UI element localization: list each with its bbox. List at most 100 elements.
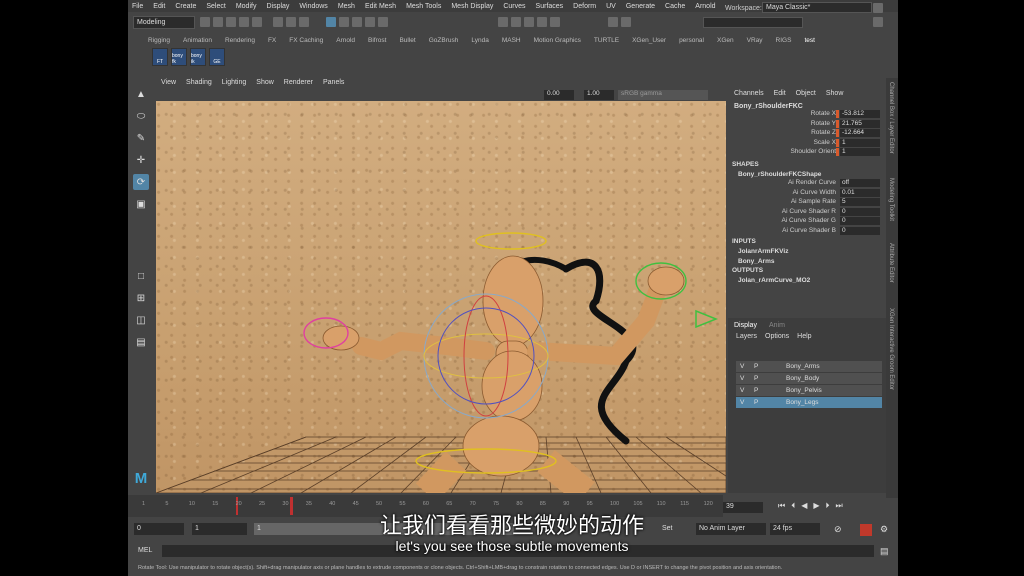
layer-visibility-toggle[interactable]: V <box>740 375 744 382</box>
gamma-field[interactable]: 1.00 <box>584 90 614 100</box>
shelf-tab-fx[interactable]: FX <box>268 37 276 47</box>
open-scene-icon[interactable] <box>213 17 223 27</box>
tab-display[interactable]: Display <box>734 322 757 329</box>
select-object-icon[interactable] <box>286 17 296 27</box>
side-tab[interactable]: Channel Box / Layer Editor <box>888 82 894 154</box>
shelf-tab-rigs[interactable]: RIGS <box>776 37 792 47</box>
quick-search-field[interactable] <box>703 17 803 28</box>
panel-menu-show[interactable]: Show <box>256 79 274 89</box>
menu-mesh[interactable]: Mesh <box>338 3 355 10</box>
layer-playback-toggle[interactable]: P <box>754 375 758 382</box>
exposure-field[interactable]: 0.00 <box>544 90 574 100</box>
history-icon[interactable] <box>498 17 508 27</box>
menu-curves[interactable]: Curves <box>503 3 525 10</box>
shelf-button[interactable]: FT <box>152 48 168 66</box>
shelf-tab-xgen[interactable]: XGen <box>717 37 734 47</box>
select-component-icon[interactable] <box>299 17 309 27</box>
menu-mesh-tools[interactable]: Mesh Tools <box>406 3 441 10</box>
attribute-value-field[interactable]: off <box>840 179 880 187</box>
workspace-menu-icon[interactable] <box>873 3 883 13</box>
single-view-icon[interactable]: □ <box>133 268 149 284</box>
panel-menu-renderer[interactable]: Renderer <box>284 79 313 89</box>
layer-playback-toggle[interactable]: P <box>754 387 758 394</box>
shelf-tab-lynda[interactable]: Lynda <box>471 37 488 47</box>
lasso-tool-icon[interactable]: ⬭ <box>133 108 149 124</box>
shelf-tab-arnold[interactable]: Arnold <box>336 37 355 47</box>
attribute-value-field[interactable]: 0.01 <box>840 188 880 197</box>
shelf-tab-turtle[interactable]: TURTLE <box>594 37 619 47</box>
menu-display[interactable]: Display <box>266 3 289 10</box>
menu-generate[interactable]: Generate <box>626 3 655 10</box>
menu-mesh-display[interactable]: Mesh Display <box>451 3 493 10</box>
scale-tool-icon[interactable]: ▣ <box>133 196 149 212</box>
layer-row[interactable]: V P Bony_Body <box>736 373 882 384</box>
attribute-value-field[interactable]: 0 <box>840 207 880 216</box>
attribute-value-field[interactable]: -53.812 <box>840 110 880 118</box>
attribute-value-field[interactable]: 1 <box>840 138 880 147</box>
panel-menu-view[interactable]: View <box>161 79 176 89</box>
channel-menu-object[interactable]: Object <box>796 90 816 97</box>
attribute-value-field[interactable]: 5 <box>840 198 880 207</box>
channel-menu-show[interactable]: Show <box>826 90 844 97</box>
panel-menu-lighting[interactable]: Lighting <box>222 79 247 89</box>
channel-menu-channels[interactable]: Channels <box>734 90 764 97</box>
side-tab[interactable]: Modeling Toolkit <box>888 178 894 221</box>
menu-windows[interactable]: Windows <box>299 3 327 10</box>
layer-row[interactable]: V P Bony_Legs <box>736 397 882 408</box>
menu-deform[interactable]: Deform <box>573 3 596 10</box>
shelf-tab-fx-caching[interactable]: FX Caching <box>289 37 323 47</box>
shelf-tab-rigging[interactable]: Rigging <box>148 37 170 47</box>
menu-uv[interactable]: UV <box>606 3 616 10</box>
panel-toggle-icon[interactable] <box>873 17 883 27</box>
menu-create[interactable]: Create <box>175 3 196 10</box>
workspace-dropdown[interactable]: Maya Classic* <box>762 2 872 13</box>
snap-grid-icon[interactable] <box>326 17 336 27</box>
persp-graph-icon[interactable]: ▤ <box>133 334 149 350</box>
shelf-tab-bifrost[interactable]: Bifrost <box>368 37 386 47</box>
shelf-tab-xgen-user[interactable]: XGen_User <box>632 37 666 47</box>
menu-layers[interactable]: Layers <box>736 333 757 340</box>
tab-anim[interactable]: Anim <box>769 322 785 329</box>
shelf-tab-bullet[interactable]: Bullet <box>399 37 415 47</box>
shape-node[interactable]: Bony_rShoulderFKCShape <box>738 171 821 178</box>
ipr-render-icon[interactable] <box>537 17 547 27</box>
panel-menu-panels[interactable]: Panels <box>323 79 344 89</box>
input-node-2[interactable]: Bony_Arms <box>738 258 774 265</box>
attribute-value-field[interactable]: 0 <box>840 227 880 235</box>
shelf-tab-animation[interactable]: Animation <box>183 37 212 47</box>
channel-menu-edit[interactable]: Edit <box>774 90 786 97</box>
arnold-render-icon[interactable] <box>608 17 618 27</box>
layer-row[interactable]: V P Bony_Pelvis <box>736 385 882 396</box>
input-node-1[interactable]: JolanrArmFKViz <box>738 248 788 255</box>
attribute-value-field[interactable]: 0 <box>840 217 880 226</box>
layer-visibility-toggle[interactable]: V <box>740 387 744 394</box>
menu-arnold[interactable]: Arnold <box>695 3 715 10</box>
channel-box-node[interactable]: Bony_rShoulderFKC <box>734 103 803 110</box>
four-view-icon[interactable]: ⊞ <box>133 290 149 306</box>
menu-surfaces[interactable]: Surfaces <box>536 3 564 10</box>
persp-outliner-icon[interactable]: ◫ <box>133 312 149 328</box>
shelf-tab-motion-graphics[interactable]: Motion Graphics <box>534 37 581 47</box>
menu-file[interactable]: File <box>132 3 143 10</box>
panel-menu-shading[interactable]: Shading <box>186 79 212 89</box>
snap-curve-icon[interactable] <box>339 17 349 27</box>
redo-icon[interactable] <box>252 17 262 27</box>
layer-playback-toggle[interactable]: P <box>754 363 758 370</box>
menu-help[interactable]: Help <box>797 333 811 340</box>
shelf-button[interactable]: bony ik <box>190 48 206 66</box>
attribute-value-field[interactable]: 1 <box>840 148 880 157</box>
menu-modify[interactable]: Modify <box>236 3 257 10</box>
layer-playback-toggle[interactable]: P <box>754 399 758 406</box>
shelf-tab-vray[interactable]: VRay <box>747 37 763 47</box>
viewport-persp[interactable] <box>156 101 726 493</box>
color-space-dropdown[interactable]: sRGB gamma <box>618 90 708 100</box>
rotate-tool-icon[interactable]: ⟳ <box>133 174 149 190</box>
snap-surface-icon[interactable] <box>365 17 375 27</box>
output-node-1[interactable]: Jolan_rArmCurve_MO2 <box>738 277 810 284</box>
side-tab[interactable]: Attribute Editor <box>888 243 894 283</box>
attribute-value-field[interactable]: -12.664 <box>840 129 880 138</box>
shelf-button[interactable]: bony fk <box>171 48 187 66</box>
attribute-value-field[interactable]: 21.765 <box>840 119 880 128</box>
layer-visibility-toggle[interactable]: V <box>740 399 744 406</box>
menu-edit-mesh[interactable]: Edit Mesh <box>365 3 396 10</box>
